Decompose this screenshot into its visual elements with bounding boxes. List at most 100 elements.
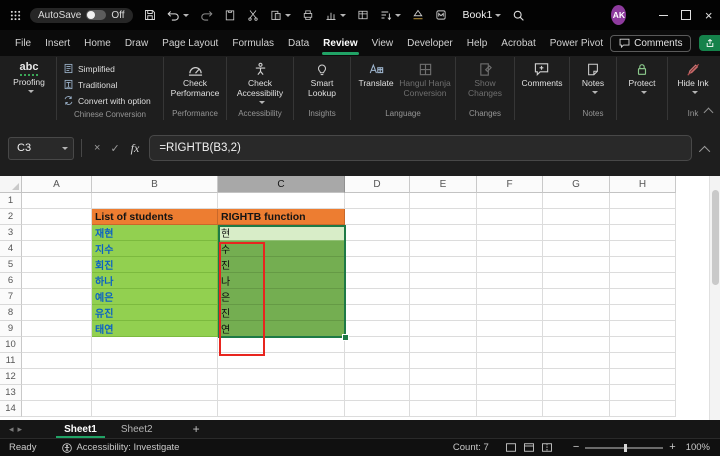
cell[interactable] <box>345 257 410 273</box>
column-header-A[interactable]: A <box>22 176 92 193</box>
close-button[interactable]: × <box>697 0 720 30</box>
cell[interactable] <box>543 401 610 417</box>
accessibility-status[interactable]: Accessibility: Investigate <box>62 442 179 453</box>
cell[interactable] <box>22 225 92 241</box>
simplified-button[interactable]: Simplified <box>60 61 160 76</box>
cell[interactable] <box>477 401 543 417</box>
page-break-view-icon[interactable] <box>541 442 553 453</box>
table-icon[interactable] <box>357 9 369 21</box>
cell-B3[interactable]: 재현 <box>92 225 218 241</box>
row-header-8[interactable]: 8 <box>0 305 22 321</box>
cell[interactable] <box>410 321 477 337</box>
cancel-icon[interactable]: × <box>94 142 100 154</box>
cell[interactable] <box>543 321 610 337</box>
cell[interactable] <box>410 385 477 401</box>
column-header-C[interactable]: C <box>218 176 345 193</box>
chart-icon[interactable] <box>325 9 346 21</box>
cell[interactable] <box>410 353 477 369</box>
ribbon-tab-acrobat[interactable]: Acrobat <box>494 30 542 56</box>
cell[interactable] <box>610 289 676 305</box>
cell[interactable] <box>543 193 610 209</box>
cell[interactable] <box>410 241 477 257</box>
cell[interactable] <box>345 401 410 417</box>
paste-icon[interactable] <box>270 9 291 21</box>
column-header-G[interactable]: G <box>543 176 610 193</box>
sort-icon[interactable] <box>380 9 401 21</box>
cell[interactable] <box>410 401 477 417</box>
cell[interactable] <box>543 337 610 353</box>
cell[interactable] <box>477 289 543 305</box>
cell[interactable] <box>477 369 543 385</box>
cell[interactable] <box>345 385 410 401</box>
normal-view-icon[interactable] <box>505 442 517 453</box>
row-header-6[interactable]: 6 <box>0 273 22 289</box>
cell[interactable] <box>543 225 610 241</box>
macro-icon[interactable] <box>435 9 447 21</box>
row-header-4[interactable]: 4 <box>0 241 22 257</box>
cell[interactable] <box>543 305 610 321</box>
column-header-D[interactable]: D <box>345 176 410 193</box>
minimize-button[interactable] <box>652 0 675 30</box>
cell[interactable] <box>477 257 543 273</box>
cell[interactable] <box>345 289 410 305</box>
cell[interactable] <box>610 305 676 321</box>
cell[interactable] <box>410 337 477 353</box>
cell-C9[interactable]: 연 <box>218 321 345 337</box>
cell[interactable] <box>22 369 92 385</box>
cell[interactable] <box>610 401 676 417</box>
zoom-in-button[interactable]: + <box>669 442 675 453</box>
cell[interactable] <box>543 209 610 225</box>
cell[interactable] <box>218 385 345 401</box>
search-icon[interactable] <box>512 9 525 22</box>
name-box-dropdown-icon[interactable] <box>62 146 68 150</box>
ribbon-tab-review[interactable]: Review <box>316 30 364 56</box>
column-header-H[interactable]: H <box>610 176 676 193</box>
cell[interactable] <box>22 321 92 337</box>
cell[interactable] <box>477 209 543 225</box>
save-icon[interactable] <box>144 9 156 21</box>
printer-icon[interactable] <box>302 9 314 21</box>
page-layout-view-icon[interactable] <box>523 442 535 453</box>
cell-C4[interactable]: 수 <box>218 241 345 257</box>
name-box[interactable]: C3 <box>8 136 74 160</box>
zoom-out-button[interactable]: − <box>573 442 579 453</box>
fill-color-icon[interactable] <box>412 9 424 21</box>
zoom-slider[interactable] <box>585 443 664 452</box>
sheet-nav-left-icon[interactable]: ◂ <box>9 424 14 435</box>
cell[interactable] <box>218 369 345 385</box>
hangul-hanja-button[interactable]: Hangul Hanja Conversion <box>398 58 452 99</box>
column-header-B[interactable]: B <box>92 176 218 193</box>
cell[interactable] <box>610 193 676 209</box>
cell[interactable] <box>345 305 410 321</box>
cell[interactable] <box>410 193 477 209</box>
check-accessibility-button[interactable]: Check Accessibility <box>230 58 290 104</box>
cell[interactable] <box>92 401 218 417</box>
redo-icon[interactable] <box>200 10 213 21</box>
cell-C7[interactable]: 은 <box>218 289 345 305</box>
row-header-1[interactable]: 1 <box>0 193 22 209</box>
row-header-7[interactable]: 7 <box>0 289 22 305</box>
workbook-title[interactable]: Book1 <box>463 9 502 21</box>
ribbon-tab-home[interactable]: Home <box>77 30 118 56</box>
cell[interactable] <box>610 257 676 273</box>
row-header-10[interactable]: 10 <box>0 337 22 353</box>
cell[interactable] <box>410 305 477 321</box>
cell[interactable] <box>410 273 477 289</box>
cell[interactable] <box>610 273 676 289</box>
cell[interactable] <box>477 385 543 401</box>
share-button[interactable] <box>699 35 720 51</box>
cell[interactable] <box>610 321 676 337</box>
add-sheet-button[interactable]: + <box>193 422 200 436</box>
row-header-11[interactable]: 11 <box>0 353 22 369</box>
insert-function-icon[interactable]: fx <box>131 141 140 156</box>
cell[interactable] <box>345 273 410 289</box>
sort-dropdown-icon[interactable] <box>394 13 401 17</box>
cell[interactable] <box>345 321 410 337</box>
row-header-5[interactable]: 5 <box>0 257 22 273</box>
cell[interactable] <box>610 353 676 369</box>
zoom-level[interactable]: 100% <box>686 442 710 453</box>
smart-lookup-button[interactable]: Smart Lookup <box>297 58 347 99</box>
cell[interactable] <box>410 289 477 305</box>
fill-handle[interactable] <box>342 334 349 341</box>
row-header-14[interactable]: 14 <box>0 401 22 417</box>
